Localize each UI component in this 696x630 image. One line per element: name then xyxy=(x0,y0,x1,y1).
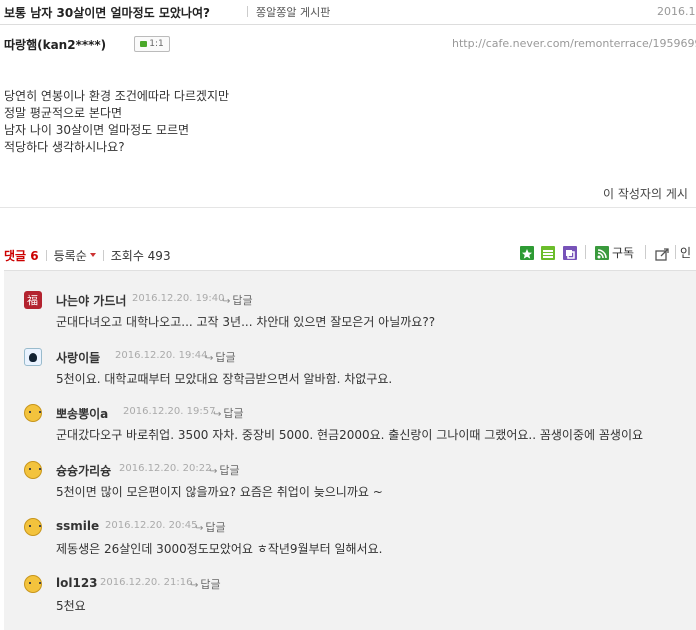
reply-button[interactable]: 답글 xyxy=(213,405,243,421)
body-line: 남자 나이 30살이면 얼마정도 모르면 xyxy=(4,123,190,137)
comment-author[interactable]: 뽀송뽕이a xyxy=(56,405,108,422)
avatar-penguin-icon[interactable] xyxy=(24,348,42,366)
chat-icon xyxy=(140,41,148,47)
title-divider xyxy=(247,6,248,17)
toolbar-divider xyxy=(585,245,586,259)
body-line: 당연히 연봉이나 환경 조건에따라 다르겠지만 xyxy=(4,89,230,103)
avatar-smiley-icon[interactable] xyxy=(24,461,42,479)
chat-label: 1:1 xyxy=(149,39,164,49)
comment-list: 나는야 가드너 2016.12.20. 19:40 답글 군대다녀오고 대학나오… xyxy=(4,270,696,630)
comment-author[interactable]: 사랑이들 xyxy=(56,349,100,366)
post-author[interactable]: 따랑햄(kan2****) xyxy=(4,36,106,53)
comment-text: 군대갔다오구 바로취업. 3500 자차. 중장비 5000. 현금2000요.… xyxy=(56,428,644,442)
toolbar-divider xyxy=(102,250,104,261)
comment-author[interactable]: 나는야 가드너 xyxy=(56,292,126,309)
toolbar-divider xyxy=(675,245,676,259)
comment-date: 2016.12.20. 20:22 xyxy=(119,463,212,474)
reply-button[interactable]: 답글 xyxy=(190,576,220,592)
comment-date: 2016.12.20. 19:57 xyxy=(123,406,216,417)
reply-button[interactable]: 답글 xyxy=(205,349,235,365)
reply-button[interactable]: 답글 xyxy=(222,292,252,308)
comment-text: 군대다녀오고 대학나오고... 고작 3년... 차안대 있으면 잘모은거 아닐… xyxy=(56,315,436,329)
subscribe-button[interactable]: 구독 xyxy=(612,244,634,261)
comment-date: 2016.12.20. 21:16 xyxy=(100,577,193,588)
star-icon[interactable] xyxy=(520,246,534,260)
board-link[interactable]: 쫑알쫑알 게시판 xyxy=(256,4,330,20)
body-line: 적당하다 생각하시나요? xyxy=(4,140,125,154)
comment-date: 2016.12.20. 19:44 xyxy=(115,350,208,361)
post-date: 2016.12 xyxy=(657,5,696,18)
comment-toolbar: 댓글 6 등록순 조회수 493 xyxy=(4,247,171,264)
avatar-red-fortune-icon[interactable] xyxy=(24,291,42,309)
reply-button[interactable]: 답글 xyxy=(209,462,239,478)
post-url[interactable]: http://cafe.never.com/remonterrace/19596… xyxy=(452,37,696,50)
reply-button[interactable]: 답글 xyxy=(195,519,225,535)
share-icon[interactable] xyxy=(655,246,670,265)
view-count: 조회수 493 xyxy=(110,249,171,263)
toolbar-divider xyxy=(45,250,47,261)
chat-button[interactable]: 1:1 xyxy=(134,36,170,52)
comment-text: 5천이면 많이 모은편이지 않을까요? 요즘은 취업이 늦으니까요 ~ xyxy=(56,485,383,499)
comment-text: 5천이요. 대학교때부터 모았대요 장학금받으면서 알바함. 차없구요. xyxy=(56,372,393,386)
comment-author[interactable]: 슝슝가리슝 xyxy=(56,462,111,479)
avatar-smiley-icon[interactable] xyxy=(24,404,42,422)
comment-author[interactable]: ssmile xyxy=(56,519,99,533)
post-body: 당연히 연봉이나 환경 조건에따라 다르겠지만 정말 평균적으로 본다면 남자 … xyxy=(4,88,229,156)
list-icon[interactable] xyxy=(541,246,555,260)
toolbar-divider xyxy=(645,245,646,259)
comment-author[interactable]: lol123 xyxy=(56,576,98,590)
author-posts-link[interactable]: 이 작성자의 게시 xyxy=(603,185,688,202)
comment-count[interactable]: 댓글 6 xyxy=(4,247,39,264)
comment-text: 5천요 xyxy=(56,599,86,613)
header-divider xyxy=(0,24,696,25)
blog-icon[interactable] xyxy=(563,246,577,260)
post-title: 보통 남자 30살이면 얼마정도 모았나여? xyxy=(4,6,210,20)
body-divider xyxy=(0,207,696,208)
comment-date: 2016.12.20. 19:40 xyxy=(132,293,225,304)
print-button[interactable]: 인 xyxy=(680,244,691,261)
avatar-smiley-icon[interactable] xyxy=(24,518,42,536)
body-line: 정말 평균적으로 본다면 xyxy=(4,106,123,120)
avatar-smiley-icon[interactable] xyxy=(24,575,42,593)
comment-date: 2016.12.20. 20:45 xyxy=(105,520,198,531)
rss-icon[interactable] xyxy=(595,246,609,260)
comment-text: 제동생은 26살인데 3000정도모았어요 ㅎ작년9월부터 일해서요. xyxy=(56,542,383,556)
sort-dropdown[interactable]: 등록순 xyxy=(54,247,96,264)
